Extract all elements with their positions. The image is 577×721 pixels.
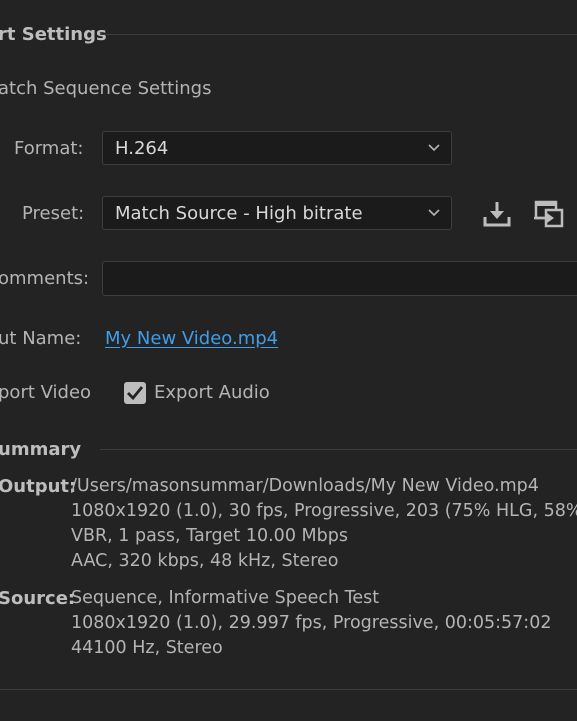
output-name-label: ut Name: — [0, 328, 82, 349]
comments-input[interactable] — [102, 261, 577, 296]
comments-label: omments: — [0, 268, 90, 289]
format-value: H.264 — [115, 138, 169, 159]
preset-value: Match Source - High bitrate — [115, 203, 363, 224]
export-audio-checkbox[interactable] — [124, 382, 146, 404]
summary-source-line: 44100 Hz, Stereo — [71, 638, 223, 658]
summary-source-key: Source: — [0, 588, 76, 609]
preset-label: Preset: — [22, 203, 85, 224]
export-audio-label: Export Audio — [154, 382, 270, 403]
bottom-divider — [0, 689, 577, 690]
summary-output-line: /Users/masonsummar/Downloads/My New Vide… — [71, 476, 539, 496]
preset-dropdown[interactable]: Match Source - High bitrate — [102, 196, 452, 230]
summary-output-line: 1080x1920 (1.0), 30 fps, Progressive, 20… — [71, 501, 577, 521]
format-dropdown[interactable]: H.264 — [102, 131, 452, 165]
format-label: Format: — [14, 138, 84, 159]
checkmark-icon — [127, 386, 144, 401]
download-icon[interactable] — [481, 199, 513, 229]
export-settings-divider — [100, 34, 577, 35]
summary-output-key: Output: — [0, 476, 77, 497]
summary-title: ummary — [0, 439, 82, 460]
export-settings-title: rt Settings — [0, 24, 107, 45]
output-name-link[interactable]: My New Video.mp4 — [105, 328, 278, 349]
chevron-down-icon — [428, 144, 440, 152]
import-preset-icon[interactable] — [532, 199, 564, 229]
chevron-down-icon — [428, 209, 440, 217]
summary-source-line: Sequence, Informative Speech Test — [71, 588, 380, 608]
summary-output-line: AAC, 320 kbps, 48 kHz, Stereo — [71, 551, 339, 571]
summary-divider — [100, 449, 577, 450]
export-video-checkbox-label[interactable]: port Video — [0, 382, 91, 403]
summary-source-line: 1080x1920 (1.0), 29.997 fps, Progressive… — [71, 613, 552, 633]
summary-output-line: VBR, 1 pass, Target 10.00 Mbps — [71, 526, 348, 546]
match-sequence-settings-checkbox-label[interactable]: atch Sequence Settings — [0, 78, 211, 99]
